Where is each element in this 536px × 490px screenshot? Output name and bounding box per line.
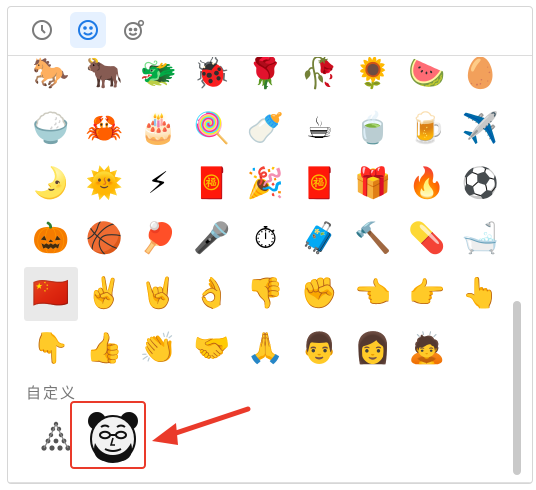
emoji-cell[interactable]: 🦀 [78, 102, 132, 156]
emoji-cell[interactable]: ⚡ [131, 157, 185, 211]
emoji-cell[interactable]: 🎂 [131, 102, 185, 156]
emoji-cell[interactable]: 👆 [454, 267, 508, 321]
emoji-row: 🐎 🐂 🐲 🐞 🌹 🥀 🌻 🍉 🥚 [24, 57, 514, 107]
emoji-cell[interactable]: 🧧 [292, 157, 346, 211]
emoji-cell[interactable]: ☕ [292, 102, 346, 156]
emoji-cell[interactable]: 🏀 [78, 212, 132, 266]
emoji-cell[interactable]: 🤝 [185, 322, 239, 372]
emoji-cell[interactable]: 🎃 [24, 212, 78, 266]
emoji-cell[interactable]: 🐎 [24, 57, 78, 101]
emoji-cell[interactable]: 🏓 [131, 212, 185, 266]
emoji-cell[interactable]: ✊ [292, 267, 346, 321]
emoji-row: 🍚 🦀 🎂 🍭 🍼 ☕ 🍵 🍺 ✈️ [24, 102, 514, 162]
emoji-tab-bar [8, 7, 532, 53]
emoji-cell[interactable]: 🛁 [454, 212, 508, 266]
scrollbar-thumb[interactable] [513, 301, 521, 475]
emoji-cell[interactable]: 👏 [131, 322, 185, 372]
emoji-cell[interactable]: 🍼 [239, 102, 293, 156]
emoji-cell[interactable]: 🌻 [346, 57, 400, 101]
emoji-row: 👇 👍 👏 🤝 🙏 👨 👩 🙇 [24, 322, 514, 372]
emoji-row: 🌛 🌞 ⚡ 🧧 🎉 🧧 🎁 🔥 ⚽ [24, 157, 514, 217]
emoji-cell[interactable]: 👨 [292, 322, 346, 372]
emoji-cell[interactable]: 👍 [78, 322, 132, 372]
emoji-cell[interactable]: 🐂 [78, 57, 132, 101]
emoji-cell[interactable]: 🔨 [346, 212, 400, 266]
emoji-cell[interactable]: 🎤 [185, 212, 239, 266]
emoji-cell[interactable]: 🐲 [131, 57, 185, 101]
emoji-cell[interactable]: 👎 [239, 267, 293, 321]
smiley-gear-icon [124, 19, 145, 40]
bottom-divider [8, 482, 532, 483]
emoji-cell-selected[interactable]: 🇨🇳 [24, 267, 78, 321]
emoji-cell[interactable]: 🎉 [239, 157, 293, 211]
emoji-cell[interactable]: 🌛 [24, 157, 78, 211]
emoji-cell[interactable]: 💊 [400, 212, 454, 266]
emoji-picker-panel: 🐎 🐂 🐲 🐞 🌹 🥀 🌻 🍉 🥚 🍚 🦀 🎂 🍭 🍼 ☕ 🍵 🍺 ✈️ 🌛 🌞 [7, 6, 533, 484]
tab-custom[interactable] [116, 12, 152, 48]
custom-section-title: 自定义 [26, 384, 78, 402]
emoji-cell[interactable]: 🌞 [78, 157, 132, 211]
emoji-cell[interactable]: 🧳 [292, 212, 346, 266]
emoji-cell[interactable]: 🍉 [400, 57, 454, 101]
emoji-cell[interactable]: 👩 [346, 322, 400, 372]
emoji-cell[interactable]: ✌️ [78, 267, 132, 321]
emoji-cell[interactable]: 🌹 [239, 57, 293, 101]
emoji-cell[interactable]: ✈️ [454, 102, 508, 156]
emoji-cell[interactable]: 👇 [24, 322, 78, 372]
emoji-cell[interactable]: 🍵 [346, 102, 400, 156]
emoji-row: 🇨🇳 ✌️ 🤘 👌 👎 ✊ 👈 👉 👆 [24, 267, 514, 327]
tab-emoji[interactable] [70, 12, 106, 48]
emoji-grid: 🐎 🐂 🐲 🐞 🌹 🥀 🌻 🍉 🥚 🍚 🦀 🎂 🍭 🍼 ☕ 🍵 🍺 ✈️ 🌛 🌞 [24, 57, 514, 372]
annotation-arrow [152, 406, 251, 445]
tab-divider [8, 55, 532, 56]
emoji-cell[interactable]: 🥚 [454, 57, 508, 101]
clock-icon [32, 20, 52, 40]
emoji-cell[interactable]: 🍭 [185, 102, 239, 156]
emoji-cell[interactable]: 🐞 [185, 57, 239, 101]
emoji-cell[interactable]: 🍺 [400, 102, 454, 156]
tab-recent[interactable] [24, 12, 60, 48]
emoji-cell[interactable]: 🔥 [400, 157, 454, 211]
emoji-cell[interactable]: 🥀 [292, 57, 346, 101]
emoji-cell[interactable]: 🎁 [346, 157, 400, 211]
emoji-row: 🎃 🏀 🏓 🎤 ⏱ 🧳 🔨 💊 🛁 [24, 212, 514, 272]
emoji-cell[interactable]: 🧧 [185, 157, 239, 211]
emoji-cell[interactable]: 🙇 [400, 322, 454, 372]
emoji-cell[interactable]: 👈 [346, 267, 400, 321]
emoji-cell[interactable]: 🙏 [239, 322, 293, 372]
emoji-cell[interactable]: ⏱ [239, 212, 293, 266]
emoji-cell[interactable]: 🤘 [131, 267, 185, 321]
emoji-cell[interactable]: 👉 [400, 267, 454, 321]
smiley-icon [78, 20, 98, 40]
annotation-highlight-box [70, 401, 146, 469]
emoji-cell[interactable]: 🍚 [24, 102, 78, 156]
emoji-cell[interactable]: ⚽ [454, 157, 508, 211]
emoji-cell[interactable]: 👌 [185, 267, 239, 321]
